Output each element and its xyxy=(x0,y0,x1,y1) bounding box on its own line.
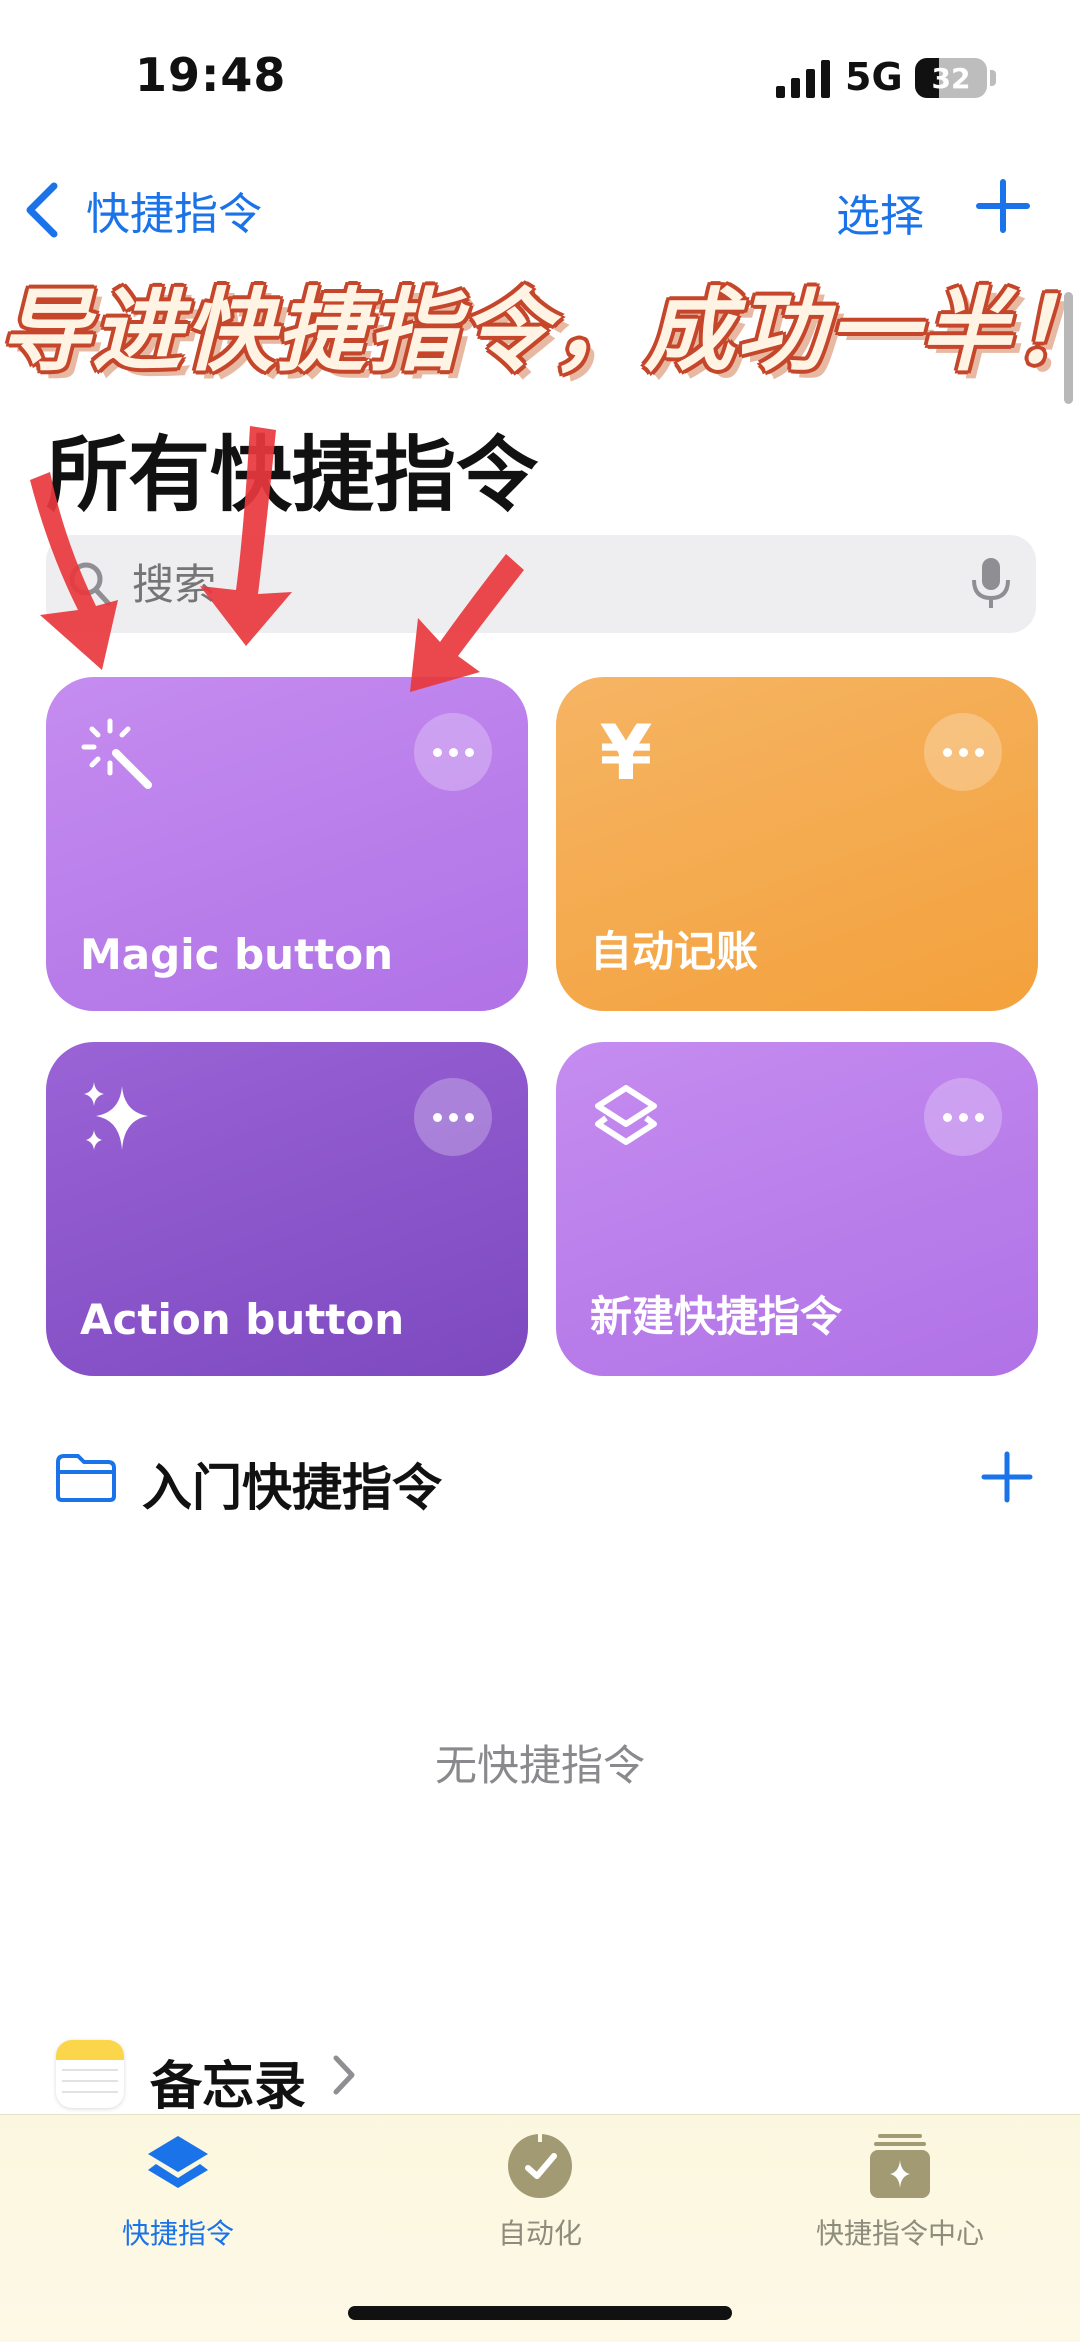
scroll-indicator[interactable] xyxy=(1064,292,1073,404)
battery-icon: 32 xyxy=(915,58,987,98)
chevron-left-icon xyxy=(26,182,58,238)
arrow-1 xyxy=(30,472,118,670)
shortcuts-tab-icon xyxy=(148,2136,208,2188)
shortcut-card-action-button[interactable]: Action button xyxy=(46,1042,528,1376)
sparkles-icon xyxy=(84,1082,148,1150)
tab-automation[interactable]: 自动化 xyxy=(410,2128,670,2252)
shortcut-label: 自动记账 xyxy=(590,927,759,976)
automation-tab-icon xyxy=(508,2134,572,2198)
battery-level: 32 xyxy=(931,62,971,95)
battery-cap xyxy=(990,70,996,86)
back-label: 快捷指令 xyxy=(86,189,262,240)
home-indicator[interactable] xyxy=(348,2306,732,2320)
overlay-banner: 导进快捷指令，成功一半！ xyxy=(0,279,1080,384)
tab-gallery[interactable]: 快捷指令中心 xyxy=(770,2128,1030,2252)
magic-wand-icon xyxy=(81,718,152,789)
tab-label: 快捷指令中心 xyxy=(815,2217,984,2250)
microphone-icon[interactable] xyxy=(970,556,1012,612)
folder-icon xyxy=(56,1454,116,1502)
shortcut-label: 新建快捷指令 xyxy=(590,1292,843,1341)
more-button[interactable] xyxy=(924,1078,1002,1156)
add-to-folder-icon[interactable] xyxy=(980,1450,1034,1504)
shortcut-card-magic-button[interactable]: Magic button xyxy=(46,677,528,1011)
tab-shortcuts[interactable]: 快捷指令 xyxy=(48,2128,308,2252)
arrow-3 xyxy=(410,554,524,692)
shortcut-label: Magic button xyxy=(80,930,393,979)
signal-icon xyxy=(776,60,830,98)
notes-app-icon xyxy=(56,2040,124,2108)
tab-label: 自动化 xyxy=(497,2217,582,2250)
status-time: 19:48 xyxy=(135,48,287,102)
shortcut-card-auto-accounting[interactable]: ¥ 自动记账 xyxy=(556,677,1038,1011)
network-type: 5G xyxy=(845,55,903,99)
more-button[interactable] xyxy=(924,713,1002,791)
arrow-2 xyxy=(200,426,292,646)
notes-section-title[interactable]: 备忘录 xyxy=(150,2044,306,2119)
shortcut-label: Action button xyxy=(80,1295,405,1344)
tab-label: 快捷指令 xyxy=(121,2217,234,2250)
empty-state-text: 无快捷指令 xyxy=(434,1741,645,1790)
layers-icon xyxy=(595,1085,657,1145)
more-button[interactable] xyxy=(414,713,492,791)
more-button[interactable] xyxy=(414,1078,492,1156)
back-button[interactable]: 快捷指令 xyxy=(22,178,262,242)
shortcut-card-new-shortcut[interactable]: 新建快捷指令 xyxy=(556,1042,1038,1376)
select-button[interactable]: 选择 xyxy=(836,180,924,244)
yen-icon: ¥ xyxy=(599,708,653,797)
chevron-right-icon[interactable] xyxy=(330,2054,358,2096)
add-shortcut-icon[interactable] xyxy=(975,178,1031,234)
gallery-tab-icon xyxy=(870,2134,930,2198)
annotation-arrows xyxy=(30,426,524,692)
folder-title: 入门快捷指令 xyxy=(142,1459,442,1517)
